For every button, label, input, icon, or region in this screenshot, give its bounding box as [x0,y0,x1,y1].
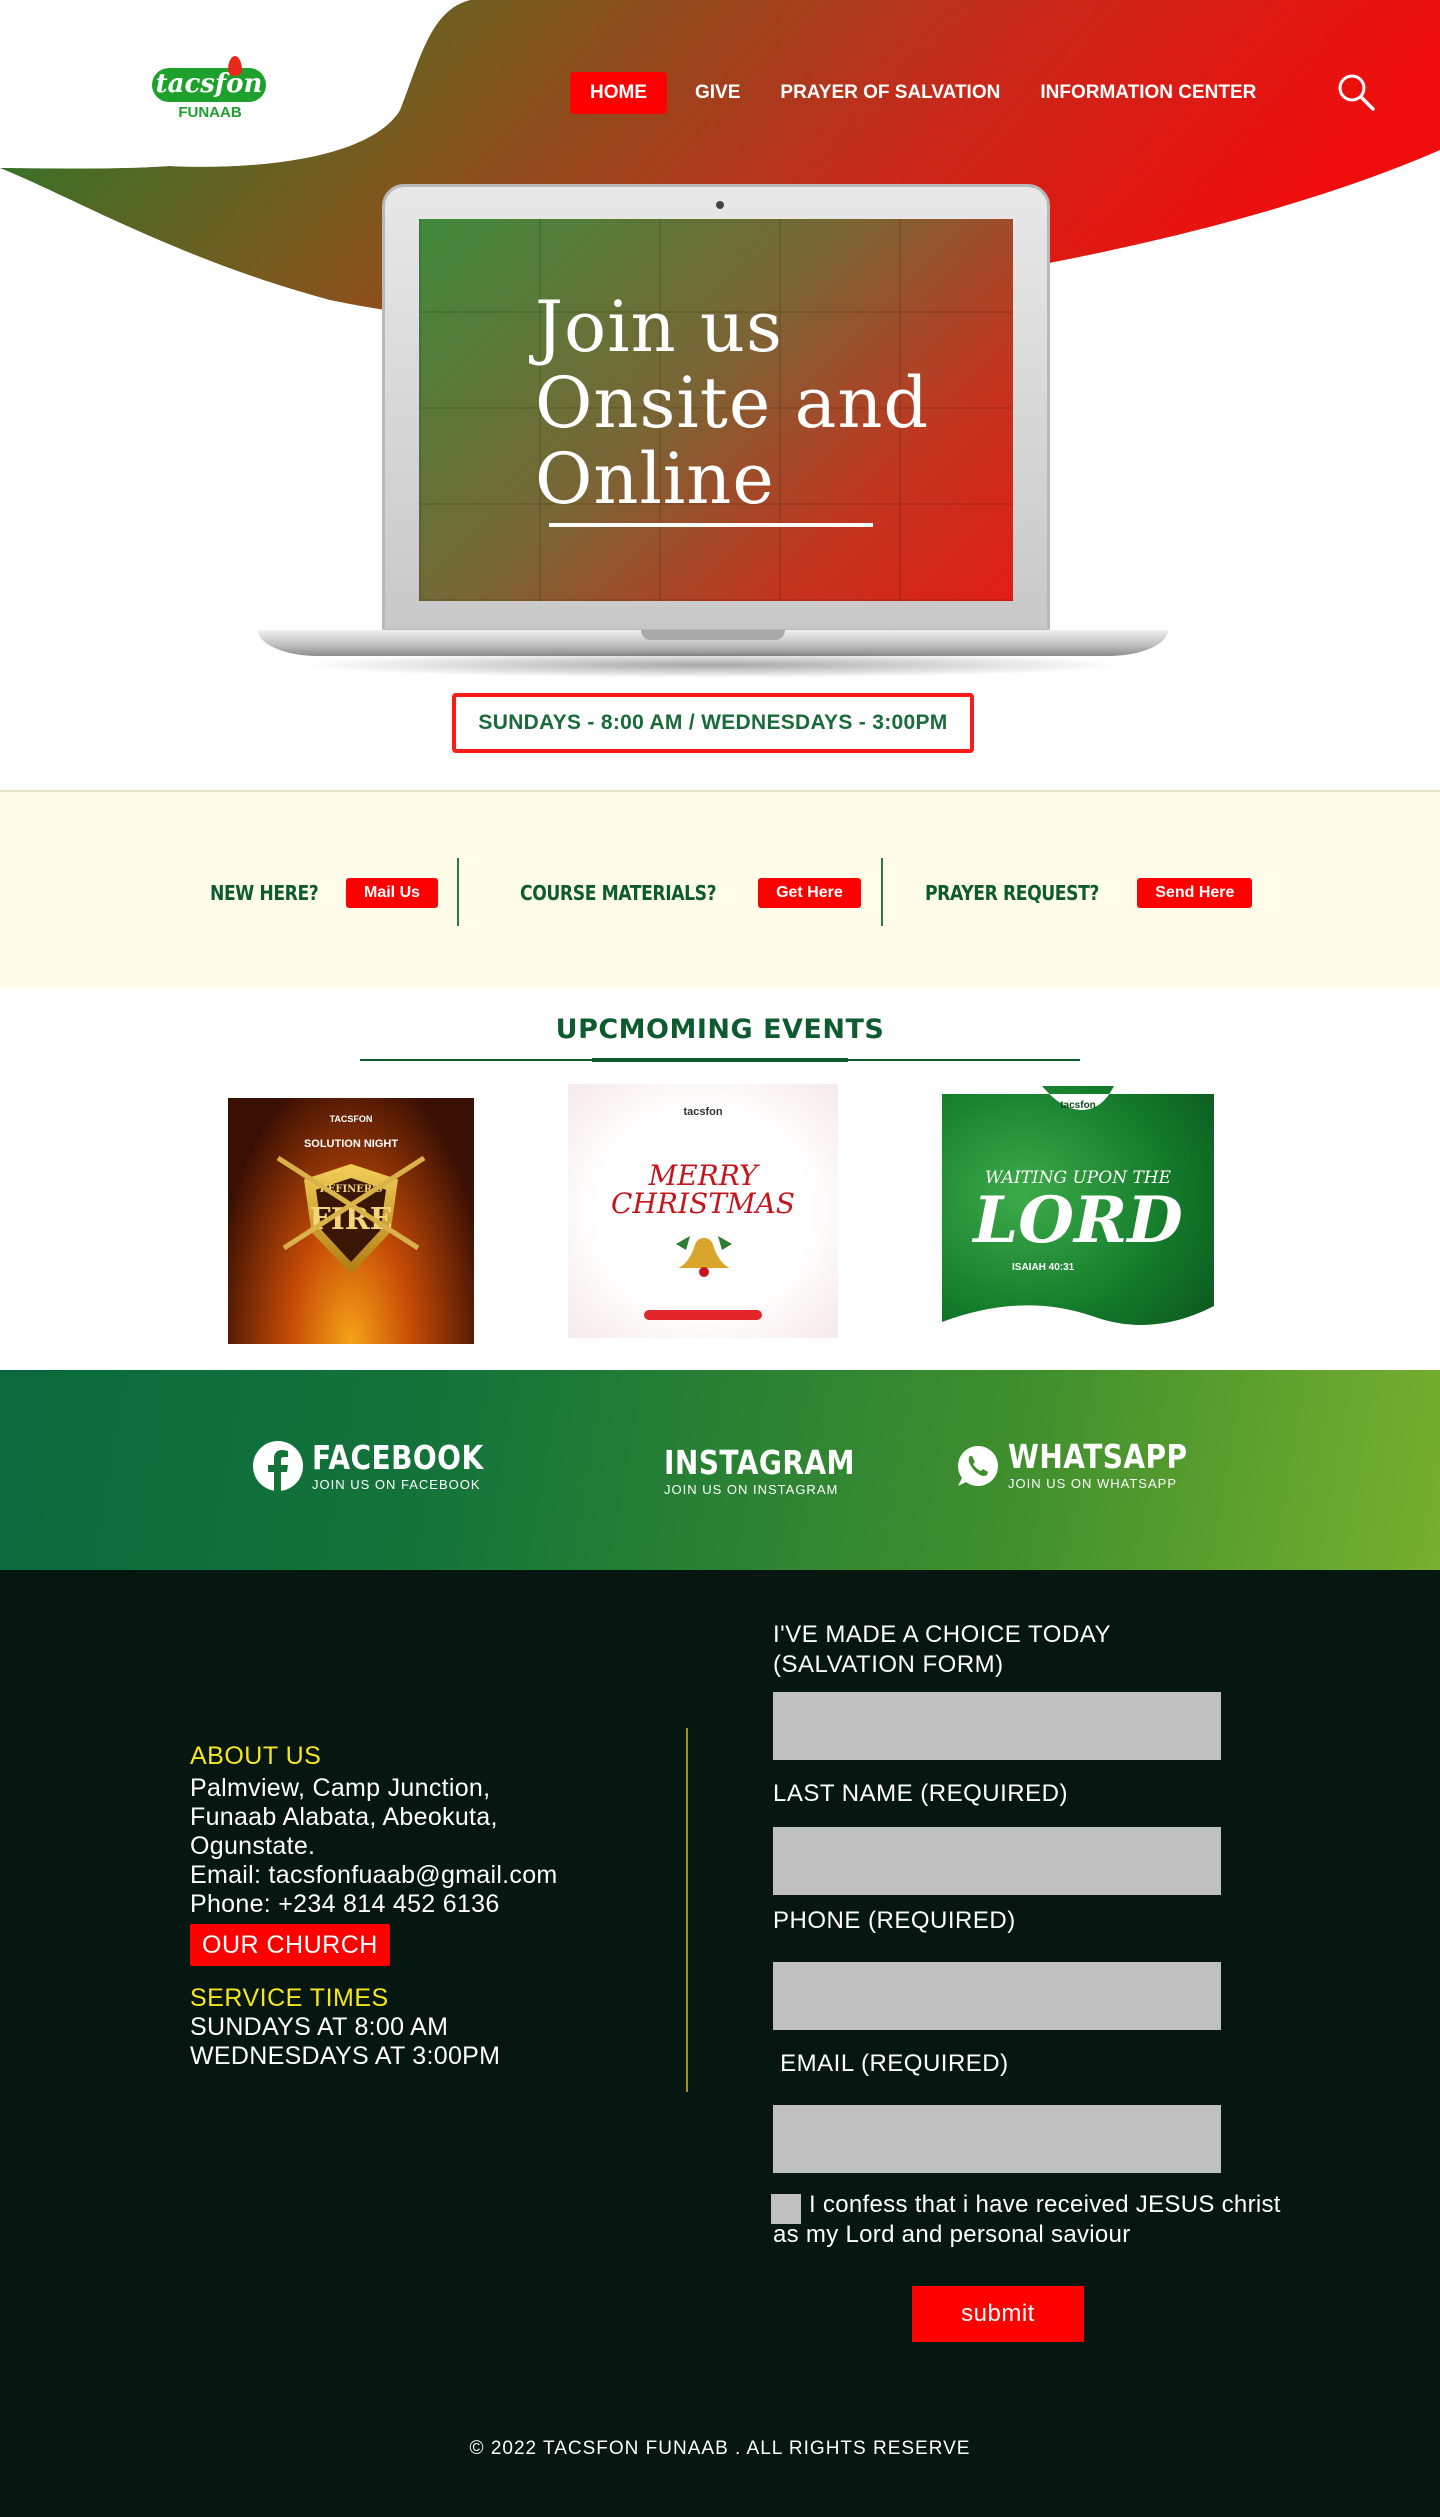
facebook-sublabel: JOIN US ON FACEBOOK [312,1476,481,1492]
logo[interactable]: tacsfon FUNAAB [150,56,270,126]
events-section: UPCMOMING EVENTS TACSFON SOLUTION NIGHT … [0,988,1440,1370]
salvation-form-title: I'VE MADE A CHOICE TODAY (SALVATION FORM… [773,1620,1111,1680]
phone-label: PHONE (REQUIRED) [773,1907,1016,1934]
footer: ABOUT US Palmview, Camp Junction, Funaab… [0,1570,1440,2517]
poster-line-2: LORD [973,1183,1183,1258]
facebook-icon [253,1441,303,1492]
poster-handle-bar [644,1310,762,1320]
whatsapp-label: WHATSAPP [1008,1437,1188,1476]
cta-label: NEW HERE? [210,881,319,905]
whatsapp-icon [958,1445,998,1486]
poster-org: tacsfon [1060,1100,1096,1111]
cta-divider [881,858,883,926]
email-input[interactable] [773,2105,1221,2173]
whatsapp-sublabel: JOIN US ON WHATSAPP [1008,1476,1177,1491]
whatsapp-text: WHATSAPP JOIN US ON WHATSAPP [1008,1437,1219,1492]
cta-label: PRAYER REQUEST? [925,881,1099,905]
nav-item-home[interactable]: HOME [570,72,667,114]
confess-text: I confess that i have received JESUS chr… [773,2191,1281,2248]
last-name-label: LAST NAME (REQUIRED) [773,1780,1068,1807]
nav-item-information-center[interactable]: INFORMATION CENTER [1020,72,1276,114]
footer-divider [686,1728,688,2092]
address-line-1: Palmview, Camp Junction, [190,1774,491,1802]
about-heading: ABOUT US [190,1742,322,1770]
event-poster-merry-christmas[interactable]: tacsfon MERRY CHRISTMAS [568,1084,838,1338]
social-band: FACEBOOK JOIN US ON FACEBOOK INSTAGRAM J… [0,1370,1440,1570]
form-title-line-2: (SALVATION FORM) [773,1651,1004,1678]
service-times-heading: SERVICE TIMES [190,1984,389,2012]
facebook-label: FACEBOOK [312,1437,484,1477]
christmas-bells-icon [676,1236,732,1277]
instagram-label: INSTAGRAM [664,1443,855,1482]
facebook-text: FACEBOOK JOIN US ON FACEBOOK [312,1437,514,1492]
cta-new-here: NEW HERE? Mail Us [210,876,439,910]
events-title: UPCMOMING EVENTS [555,1014,885,1045]
screen-line-3: Online [535,438,775,520]
page: tacsfon FUNAAB HOME GIVE PRAYER OF SALVA… [0,0,1440,2517]
contact-phone: Phone: +234 814 452 6136 [190,1890,500,1918]
laptop-lid: Join us Onsite and Online [382,184,1050,632]
service-times-banner: SUNDAYS - 8:00 AM / WEDNESDAYS - 3:00PM [452,693,974,753]
screen-headline: Join us Onsite and Online [535,289,929,517]
hero-section: tacsfon FUNAAB HOME GIVE PRAYER OF SALVA… [0,0,1440,790]
send-here-button[interactable]: Send Here [1137,878,1253,908]
poster-line-1: MERRY [648,1159,758,1192]
facebook-link[interactable]: FACEBOOK JOIN US ON FACEBOOK [252,1440,514,1492]
email-label: EMAIL (REQUIRED) [773,2050,1009,2077]
laptop-mockup: Join us Onsite and Online [258,184,1168,684]
poster-line-2: CHRISTMAS [611,1187,795,1220]
laptop-shadow [298,652,1128,678]
our-church-button[interactable]: OUR CHURCH [190,1924,390,1966]
poster-reference: ISAIAH 40:31 [1012,1262,1075,1273]
cta-strip: NEW HERE? Mail Us COURSE MATERIALS? Get … [0,790,1440,988]
events-title-underline [592,1058,848,1062]
whatsapp-link[interactable]: WHATSAPP JOIN US ON WHATSAPP [956,1440,1219,1491]
submit-button[interactable]: submit [912,2286,1084,2342]
address-line-3: Ogunstate. [190,1832,316,1860]
instagram-link[interactable]: INSTAGRAM JOIN US ON INSTAGRAM [664,1443,889,1498]
form-title-line-1: I'VE MADE A CHOICE TODAY [773,1621,1112,1648]
last-name-input[interactable] [773,1827,1221,1895]
nav-item-prayer-of-salvation[interactable]: PRAYER OF SALVATION [760,72,1020,114]
phone-input[interactable] [773,1962,1221,2030]
event-poster-refiners-fire[interactable]: TACSFON SOLUTION NIGHT REFINER'S FIRE [228,1098,474,1344]
first-name-input[interactable] [773,1692,1221,1760]
screen-underline [549,523,873,527]
instagram-sublabel: JOIN US ON INSTAGRAM [664,1482,839,1497]
crossed-swords-icon [276,1155,426,1251]
laptop-notch [641,630,785,640]
laptop-screen: Join us Onsite and Online [419,219,1013,601]
event-poster-waiting-upon-the-lord[interactable]: tacsfon WAITING UPON THE LORD ISAIAH 40:… [942,1086,1214,1358]
search-icon[interactable] [1336,72,1376,112]
screen-line-1: Join us [535,286,783,368]
service-time-wednesday: WEDNESDAYS AT 3:00PM [190,2042,501,2070]
instagram-text: INSTAGRAM JOIN US ON INSTAGRAM [664,1443,889,1498]
cta-course-materials: COURSE MATERIALS? Get Here [520,876,861,910]
flame-icon [228,56,242,76]
cta-label: COURSE MATERIALS? [520,881,717,905]
main-nav: HOME GIVE PRAYER OF SALVATION INFORMATIO… [570,72,1276,114]
camera-icon [716,201,724,209]
logo-wordmark: tacsfon [152,68,266,102]
copyright: © 2022 TACSFON FUNAAB . ALL RIGHTS RESER… [469,2438,971,2459]
cta-divider [457,858,459,926]
service-time-sunday: SUNDAYS AT 8:00 AM [190,2013,449,2041]
logo-subtext: FUNAAB [178,104,242,121]
cta-prayer-request: PRAYER REQUEST? Send Here [925,876,1253,910]
contact-email: Email: tacsfonfuaab@gmail.com [190,1861,558,1889]
address-line-2: Funaab Alabata, Abeokuta, [190,1803,498,1831]
poster-org: TACSFON [329,1114,373,1124]
poster-org: tacsfon [683,1106,723,1118]
mail-us-button[interactable]: Mail Us [346,878,439,908]
get-here-button[interactable]: Get Here [758,878,861,908]
screen-line-2: Onsite and [535,362,930,444]
nav-item-give[interactable]: GIVE [675,72,760,114]
